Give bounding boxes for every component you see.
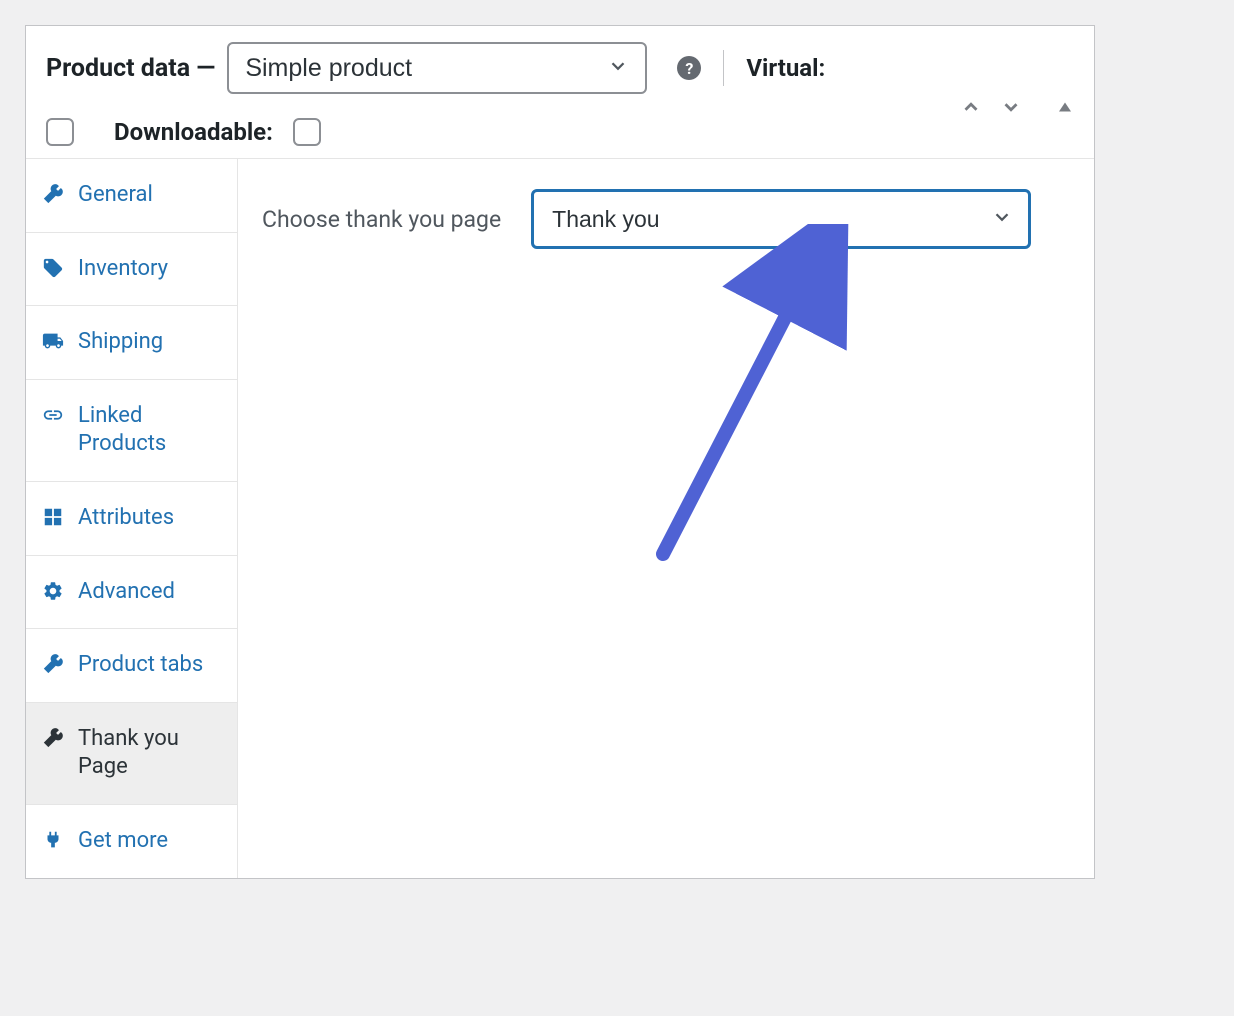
panel-title: Product data — [46, 54, 215, 83]
sidebar-item-label: Shipping [78, 328, 163, 357]
sidebar-item-general[interactable]: General [26, 159, 237, 233]
downloadable-checkbox[interactable] [293, 118, 321, 146]
wrench-icon [42, 727, 64, 749]
move-up-icon[interactable] [960, 96, 982, 118]
field-label: Choose thank you page [262, 206, 501, 233]
virtual-label: Virtual: [746, 54, 825, 82]
panel-body: General Inventory Shipping Linked Produc… [26, 159, 1094, 878]
virtual-checkbox[interactable] [46, 118, 74, 146]
product-type-select-wrap: Simple product [227, 42, 647, 94]
sidebar-item-label: Thank you Page [78, 725, 221, 782]
product-type-select[interactable]: Simple product [227, 42, 647, 94]
help-icon[interactable]: ? [677, 56, 701, 80]
sidebar-item-label: General [78, 181, 153, 210]
divider [723, 50, 724, 86]
truck-icon [42, 330, 64, 352]
sidebar-item-label: Linked Products [78, 402, 221, 459]
wrench-icon [42, 183, 64, 205]
header-second-row: Downloadable: [46, 118, 1074, 146]
product-data-tabs: General Inventory Shipping Linked Produc… [26, 159, 238, 878]
sidebar-item-label: Product tabs [78, 651, 203, 680]
sidebar-item-linked-products[interactable]: Linked Products [26, 380, 237, 482]
grid-icon [42, 506, 64, 528]
plug-icon [42, 829, 64, 851]
downloadable-label: Downloadable: [114, 118, 273, 146]
gear-icon [42, 580, 64, 602]
panel-order-controls [960, 96, 1074, 118]
sidebar-item-product-tabs[interactable]: Product tabs [26, 629, 237, 703]
thank-you-page-select[interactable]: Thank you [531, 189, 1031, 249]
thank-you-select-wrap: Thank you [531, 189, 1031, 249]
sidebar-item-advanced[interactable]: Advanced [26, 556, 237, 630]
tab-content: Choose thank you page Thank you [238, 159, 1094, 878]
sidebar-item-shipping[interactable]: Shipping [26, 306, 237, 380]
sidebar-item-label: Attributes [78, 504, 174, 533]
wrench-icon [42, 653, 64, 675]
arrow-annotation [643, 224, 863, 564]
sidebar-item-attributes[interactable]: Attributes [26, 482, 237, 556]
thank-you-page-field: Choose thank you page Thank you [262, 189, 1070, 249]
move-down-icon[interactable] [1000, 96, 1022, 118]
sidebar-item-label: Inventory [78, 255, 168, 284]
sidebar-item-inventory[interactable]: Inventory [26, 233, 237, 307]
sidebar-item-label: Get more [78, 827, 168, 856]
product-data-panel: Product data — Simple product ? Virtual: [25, 25, 1095, 879]
link-icon [42, 404, 64, 426]
sidebar-item-thank-you-page[interactable]: Thank you Page [26, 703, 237, 805]
sidebar-item-label: Advanced [78, 578, 175, 607]
collapse-icon[interactable] [1056, 98, 1074, 116]
panel-header: Product data — Simple product ? Virtual: [26, 26, 1094, 159]
tag-icon [42, 257, 64, 279]
sidebar-item-get-more[interactable]: Get more [26, 805, 237, 878]
